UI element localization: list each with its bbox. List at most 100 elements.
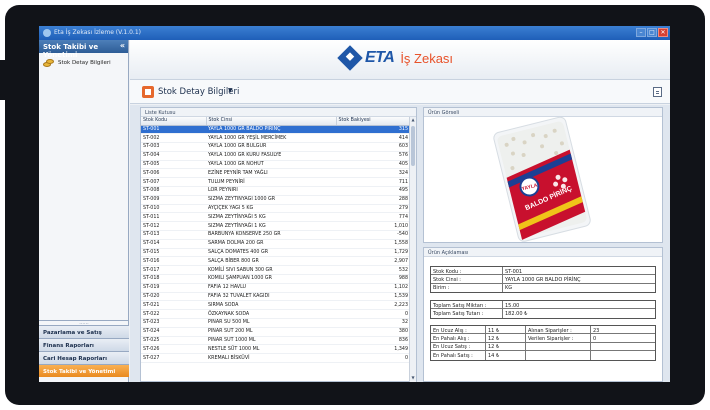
nav-finans[interactable]: Finans Raporları — [39, 338, 129, 351]
title-bar: Eta İş Zekası İzleme (V.1.0.1) – □ ✕ — [39, 26, 670, 40]
stok-cinsi-cell: PINAR SU 500 ML — [206, 318, 336, 328]
column-header[interactable]: Stok Bakiyesi — [336, 117, 412, 126]
table-row[interactable]: ST-017 KOMİLİ SIVI SABUN 300 GR 532 — [141, 265, 411, 276]
table-row[interactable]: ST-006 EZİNE PEYNİR TAM YAĞLI 324 — [141, 168, 411, 179]
en-pahali-satis-value: 14 ₺ — [486, 351, 526, 360]
column-header[interactable]: Stok Kodu — [141, 117, 207, 126]
stok-kodu-cell: ST-004 — [141, 151, 206, 161]
minimize-icon[interactable]: – — [636, 28, 646, 37]
en-ucuz-alis-label: En Ucuz Alış : — [431, 326, 486, 334]
stok-cinsi-cell: SIRMA SODA — [206, 300, 336, 311]
table-row[interactable]: ST-026 NESTLE SÜT 1000 ML 1,349 — [141, 344, 411, 355]
product-image-panel: Ürün Görseli YAYLA BALDO PİRİNÇ — [423, 107, 663, 243]
stok-bakiye-cell: -540 — [336, 230, 411, 240]
en-ucuz-satis-value: 12 ₺ — [486, 342, 526, 351]
stok-kodu-cell: ST-005 — [141, 160, 206, 170]
info-row: En Pahalı Alış : 12 ₺ Verilen Siparişler… — [431, 334, 655, 343]
stok-bakiye-cell: 495 — [336, 186, 411, 196]
price-order-box: En Ucuz Alış : 11 ₺ Alınan Siparişler : … — [430, 325, 656, 361]
table-row[interactable]: ST-023 PINAR SU 500 ML 32 — [141, 318, 411, 328]
stok-kodu-cell: ST-022 — [141, 309, 206, 320]
table-row[interactable]: ST-014 SARMA DOLMA 200 GR 1,558 — [141, 239, 411, 249]
table-row[interactable]: ST-011 SIZMA ZEYTİNYAĞI 5 KG 774 — [141, 212, 411, 223]
birim-value: KG — [505, 285, 513, 292]
nav-pazarlama[interactable]: Pazarlama ve Satış — [39, 325, 129, 338]
stok-kodu-cell: ST-010 — [141, 204, 206, 214]
product-image: YAYLA BALDO PİRİNÇ — [493, 116, 591, 242]
stok-bakiye-cell: 288 — [336, 195, 411, 205]
table-row[interactable]: ST-012 SIZMA ZEYTİNYAĞI 1 KG 1,010 — [141, 221, 411, 232]
table-row[interactable]: ST-009 SIZMA ZEYTİNYAĞI 1000 GR 288 — [141, 195, 411, 205]
table-row[interactable]: ST-008 LOR PEYNİRİ 495 — [141, 186, 411, 196]
table-row[interactable]: ST-007 TULUM PEYNİRİ 711 — [141, 177, 411, 188]
table-row[interactable]: ST-021 SIRMA SODA 2,223 — [141, 300, 411, 311]
table-row[interactable]: ST-004 YAYLA 1000 GR KURU FASÜLYE 576 — [141, 151, 411, 161]
stok-kodu-cell: ST-007 — [141, 177, 206, 188]
table-row[interactable]: ST-024 PINAR SÜT 200 ML 380 — [141, 327, 411, 337]
app-window: Eta İş Zekası İzleme (V.1.0.1) – □ ✕ Sto… — [39, 26, 670, 382]
table-header-row: Stok Kodu Stok Cinsi Stok Bakiyesi — [141, 117, 412, 126]
table-row[interactable]: ST-018 KOMİLİ ŞAMPUAN 1000 GR 988 — [141, 274, 411, 284]
stok-cinsi-cell: BARBUNYA KONSERVE 250 GR — [206, 230, 336, 240]
table-row[interactable]: ST-001 YAYLA 1000 GR BALDO PİRİNÇ 315 — [141, 125, 411, 135]
table-row[interactable]: ST-002 YAYLA 1000 GR YEŞİL MERCİMEK 414 — [141, 133, 411, 144]
table-row[interactable]: ST-015 SALÇA DOMATES 400 GR 1,729 — [141, 248, 411, 258]
collapse-icon[interactable]: « — [120, 41, 125, 50]
stok-bakiye-cell: 2,223 — [336, 300, 411, 311]
table-row[interactable]: ST-022 ÖZKAYNAK SODA 0 — [141, 309, 411, 320]
table-row[interactable]: ST-027 KREMALI BİSKÜVİ 0 — [141, 353, 411, 364]
stok-cinsi-cell: EZİNE PEYNİR TAM YAĞLI — [206, 168, 336, 179]
stok-bakiye-cell: 1,102 — [336, 283, 411, 293]
stok-cinsi-cell: KREMALI BİSKÜVİ — [206, 353, 336, 364]
stok-bakiye-cell: 1,729 — [336, 248, 411, 258]
scroll-down-icon[interactable]: ▼ — [410, 375, 416, 382]
table-row[interactable]: ST-020 FAFİA 32 TUVALET KAĞIDI 1,539 — [141, 292, 411, 302]
scroll-thumb[interactable] — [411, 126, 415, 166]
stok-bakiye-cell: 315 — [336, 125, 411, 135]
info-row: En Pahalı Satış : 14 ₺ — [431, 351, 655, 360]
scroll-up-icon[interactable]: ▲ — [410, 117, 416, 124]
product-description-panel: Ürün Açıklaması Stok Kodu : ST-001 Stok … — [423, 247, 663, 382]
en-pahali-alis-label: En Pahalı Alış : — [431, 334, 486, 342]
stok-bakiye-cell: 279 — [336, 204, 411, 214]
info-row: En Ucuz Alış : 11 ₺ Alınan Siparişler : … — [431, 326, 655, 335]
table-row[interactable]: ST-005 YAYLA 1000 GR NOHUT 405 — [141, 160, 411, 170]
verilen-siparis-value: 0 — [593, 335, 597, 342]
sidebar: Stok Takibi ve Yönetimi « Stok Detay Bil… — [39, 40, 129, 382]
stok-kodu-cell: ST-006 — [141, 168, 206, 179]
stok-kodu-cell: ST-025 — [141, 336, 206, 346]
stok-cinsi-cell: SALÇA DOMATES 400 GR — [206, 248, 336, 258]
stok-bakiye-cell: 711 — [336, 177, 411, 188]
export-icon[interactable] — [653, 87, 662, 97]
table-row[interactable]: ST-025 PINAR SÜT 1000 ML 836 — [141, 336, 411, 346]
coins-icon — [43, 58, 54, 67]
eta-logo: ETA İş Zekası — [337, 45, 453, 71]
stok-cinsi-cell: SALÇA BİBER 800 GR — [206, 256, 336, 267]
stok-kodu-cell: ST-018 — [141, 274, 206, 284]
nav-stok-takibi[interactable]: Stok Takibi ve Yönetimi — [39, 364, 129, 377]
close-icon[interactable]: ✕ — [658, 28, 668, 37]
stok-cinsi-cell: YAYLA 1000 GR KURU FASÜLYE — [206, 151, 336, 161]
table-row[interactable]: ST-013 BARBUNYA KONSERVE 250 GR -540 — [141, 230, 411, 240]
table-row[interactable]: ST-010 AYÇİÇEK YAĞI 5 KG 279 — [141, 204, 411, 214]
table-row[interactable]: ST-019 FAFİA 12 HAVLU 1,102 — [141, 283, 411, 293]
nav-cari-hesap[interactable]: Cari Hesap Raporları — [39, 351, 129, 364]
stok-cinsi-cell: LOR PEYNİRİ — [206, 186, 336, 196]
stok-kodu-cell: ST-013 — [141, 230, 206, 240]
brand-name: ETA — [365, 49, 395, 66]
en-pahali-satis-label: En Pahalı Satış : — [431, 351, 486, 360]
table-row[interactable]: ST-016 SALÇA BİBER 800 GR 2,907 — [141, 256, 411, 267]
stok-cinsi-cell: YAYLA 1000 GR NOHUT — [206, 160, 336, 170]
column-header[interactable]: Stok Cinsi — [206, 117, 337, 126]
stok-bakiye-cell: 324 — [336, 168, 411, 179]
toplam-tutar-value: 182.00 ₺ — [505, 310, 528, 317]
list-scrollbar[interactable]: ▲ ▼ — [409, 117, 416, 382]
table-row[interactable]: ST-003 YAYLA 1000 GR BULGUR 603 — [141, 142, 411, 152]
stok-kodu-cell: ST-012 — [141, 221, 206, 232]
page-menu-caret-icon[interactable]: ▼ — [228, 87, 233, 94]
stok-kodu-cell: ST-008 — [141, 186, 206, 196]
stock-list-panel: Liste Kutusu Stok Kodu Stok Cinsi Stok B… — [140, 107, 417, 382]
sidebar-nav: ...... Pazarlama ve Satış Finans Raporla… — [39, 320, 129, 377]
stok-kodu-cell: ST-016 — [141, 256, 206, 267]
maximize-icon[interactable]: □ — [647, 28, 657, 37]
